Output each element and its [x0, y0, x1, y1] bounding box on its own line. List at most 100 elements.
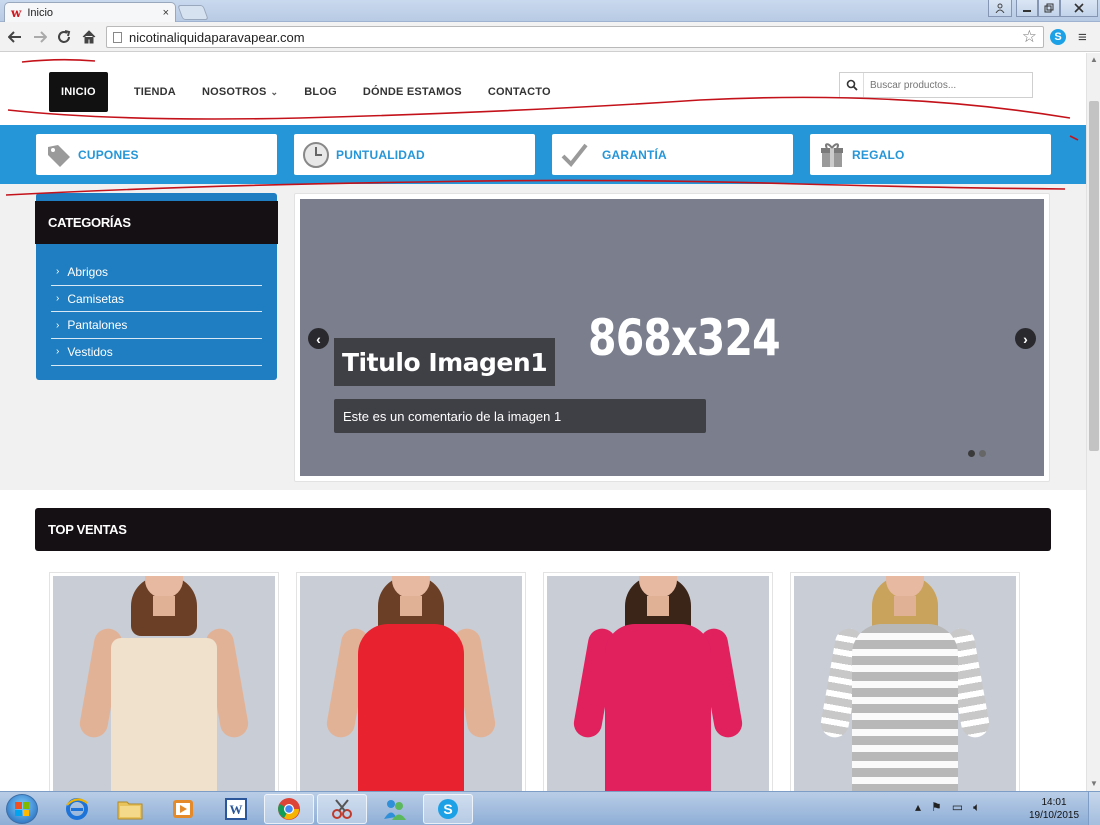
- slider-prev-button[interactable]: ‹: [308, 328, 329, 349]
- chevron-right-icon: ›: [56, 293, 60, 305]
- feature-puntualidad[interactable]: PUNTUALIDAD: [294, 134, 535, 175]
- close-window-button[interactable]: [1060, 0, 1098, 17]
- new-tab-button[interactable]: [177, 5, 209, 20]
- volume-icon[interactable]: 🔈︎: [973, 800, 980, 815]
- tag-icon: [44, 141, 72, 169]
- search-input[interactable]: [864, 79, 1029, 91]
- checkmark-icon: [560, 141, 588, 169]
- network-icon[interactable]: ▭: [952, 800, 963, 815]
- svg-text:S: S: [443, 801, 452, 817]
- feature-garantia[interactable]: GARANTÍA: [552, 134, 793, 175]
- user-profile-icon[interactable]: [988, 0, 1012, 17]
- product-image[interactable]: [547, 576, 769, 791]
- skype-extension-icon[interactable]: S: [1050, 29, 1066, 45]
- home-button[interactable]: [79, 27, 99, 47]
- nav-contacto[interactable]: CONTACTO: [488, 86, 551, 98]
- scrollbar-thumb[interactable]: [1089, 101, 1099, 451]
- forward-button[interactable]: [30, 27, 50, 47]
- site-favicon-icon: w: [11, 6, 22, 20]
- action-center-flag-icon[interactable]: ⚑: [931, 800, 942, 815]
- product-image[interactable]: [300, 576, 522, 791]
- slide-dot-1[interactable]: [968, 450, 975, 457]
- product-card[interactable]: [49, 572, 279, 791]
- product-search: [839, 72, 1033, 98]
- show-hidden-icons-icon[interactable]: ▴: [915, 800, 921, 815]
- feature-cupones[interactable]: CUPONES: [36, 134, 277, 175]
- address-bar[interactable]: nicotinaliquidaparavapear.com ☆: [106, 26, 1044, 48]
- slider-next-button[interactable]: ›: [1015, 328, 1036, 349]
- category-label: Pantalones: [67, 318, 128, 333]
- nav-donde-estamos[interactable]: DÓNDE ESTAMOS: [363, 86, 462, 98]
- category-label: Camisetas: [67, 291, 125, 306]
- restore-window-button[interactable]: [1038, 0, 1060, 17]
- feature-label: CUPONES: [78, 147, 139, 162]
- category-abrigos[interactable]: › Abrigos: [51, 259, 262, 286]
- minimize-window-button[interactable]: [1016, 0, 1038, 17]
- feature-regalo[interactable]: REGALO: [810, 134, 1051, 175]
- slide-caption-text: Este es un comentario de la imagen 1: [334, 399, 706, 433]
- chevron-right-icon: ›: [56, 319, 60, 331]
- nav-nosotros-label: NOSOTROS: [201, 86, 267, 98]
- page-scrollbar[interactable]: ▲ ▼: [1086, 53, 1100, 791]
- main-navigation: INICIO TIENDA NOSOTROS ⌄ BLOG DÓNDE ESTAM…: [49, 72, 577, 112]
- browser-toolbar: nicotinaliquidaparavapear.com ☆ S ≡: [0, 22, 1100, 52]
- product-card[interactable]: [543, 572, 773, 791]
- nav-nosotros[interactable]: NOSOTROS ⌄: [202, 86, 278, 98]
- screen: w Inicio × nicotinaliquidaparavapear.com…: [0, 0, 1100, 825]
- snipping-tool-icon[interactable]: [317, 794, 367, 824]
- features-band: CUPONES PUNTUALIDAD GARANTÍA REGALO: [0, 125, 1086, 184]
- category-label: Abrigos: [67, 264, 109, 279]
- browser-menu-icon[interactable]: ≡: [1078, 29, 1087, 46]
- product-image[interactable]: [794, 576, 1016, 791]
- model-neck: [894, 596, 916, 616]
- windows-taskbar: W S ▴ ⚑ ▭ 🔈︎ 14:01 19/10/2015: [0, 791, 1100, 825]
- back-button[interactable]: [5, 27, 25, 47]
- model-neck: [400, 596, 422, 616]
- show-desktop-button[interactable]: [1088, 792, 1100, 825]
- top-ventas-title: TOP VENTAS: [35, 508, 1051, 551]
- browser-tab[interactable]: w Inicio ×: [4, 2, 176, 23]
- reload-button[interactable]: [54, 27, 74, 47]
- category-pantalones[interactable]: › Pantalones: [51, 312, 262, 340]
- slide-dot-2[interactable]: [979, 450, 986, 457]
- skype-icon[interactable]: S: [423, 794, 473, 824]
- chevron-down-icon: ⌄: [270, 87, 279, 97]
- page-viewport: INICIO TIENDA NOSOTROS ⌄ BLOG DÓNDE ESTAM…: [0, 53, 1086, 791]
- product-image[interactable]: [53, 576, 275, 791]
- media-player-icon[interactable]: [158, 794, 208, 824]
- search-icon[interactable]: [840, 73, 864, 97]
- product-card[interactable]: [296, 572, 526, 791]
- product-card[interactable]: [790, 572, 1020, 791]
- reload-icon: [58, 30, 71, 43]
- gift-icon: [818, 141, 846, 169]
- garment: [111, 638, 217, 791]
- image-slider[interactable]: 868x324 Titulo Imagen1 Este es un coment…: [300, 199, 1044, 476]
- start-button[interactable]: [6, 794, 38, 824]
- clock-date: 19/10/2015: [1028, 810, 1080, 821]
- url-text[interactable]: nicotinaliquidaparavapear.com: [129, 30, 1022, 45]
- scroll-down-icon[interactable]: ▼: [1090, 779, 1098, 788]
- back-arrow-icon: [8, 31, 21, 43]
- nav-inicio[interactable]: INICIO: [49, 72, 108, 112]
- file-explorer-icon[interactable]: [105, 794, 155, 824]
- browser-titlebar: w Inicio ×: [0, 0, 1100, 23]
- category-vestidos[interactable]: › Vestidos: [51, 339, 262, 366]
- svg-text:W: W: [230, 802, 243, 817]
- bookmark-star-icon[interactable]: ☆: [1022, 27, 1037, 47]
- category-camisetas[interactable]: › Camisetas: [51, 286, 262, 313]
- nav-blog[interactable]: BLOG: [304, 86, 337, 98]
- scroll-up-icon[interactable]: ▲: [1090, 55, 1098, 64]
- model-neck: [647, 596, 669, 616]
- internet-explorer-icon[interactable]: [52, 794, 102, 824]
- messenger-icon[interactable]: [370, 794, 420, 824]
- chrome-icon[interactable]: [264, 794, 314, 824]
- slide-caption-title: Titulo Imagen1: [334, 338, 556, 386]
- system-clock[interactable]: 14:01 19/10/2015: [1026, 796, 1082, 822]
- feature-label: GARANTÍA: [602, 147, 667, 162]
- tab-close-icon[interactable]: ×: [163, 7, 169, 19]
- garment: [605, 624, 711, 791]
- slider-pagination: [968, 450, 986, 457]
- clock-icon: [302, 141, 330, 169]
- nav-tienda[interactable]: TIENDA: [134, 86, 176, 98]
- word-icon[interactable]: W: [211, 794, 261, 824]
